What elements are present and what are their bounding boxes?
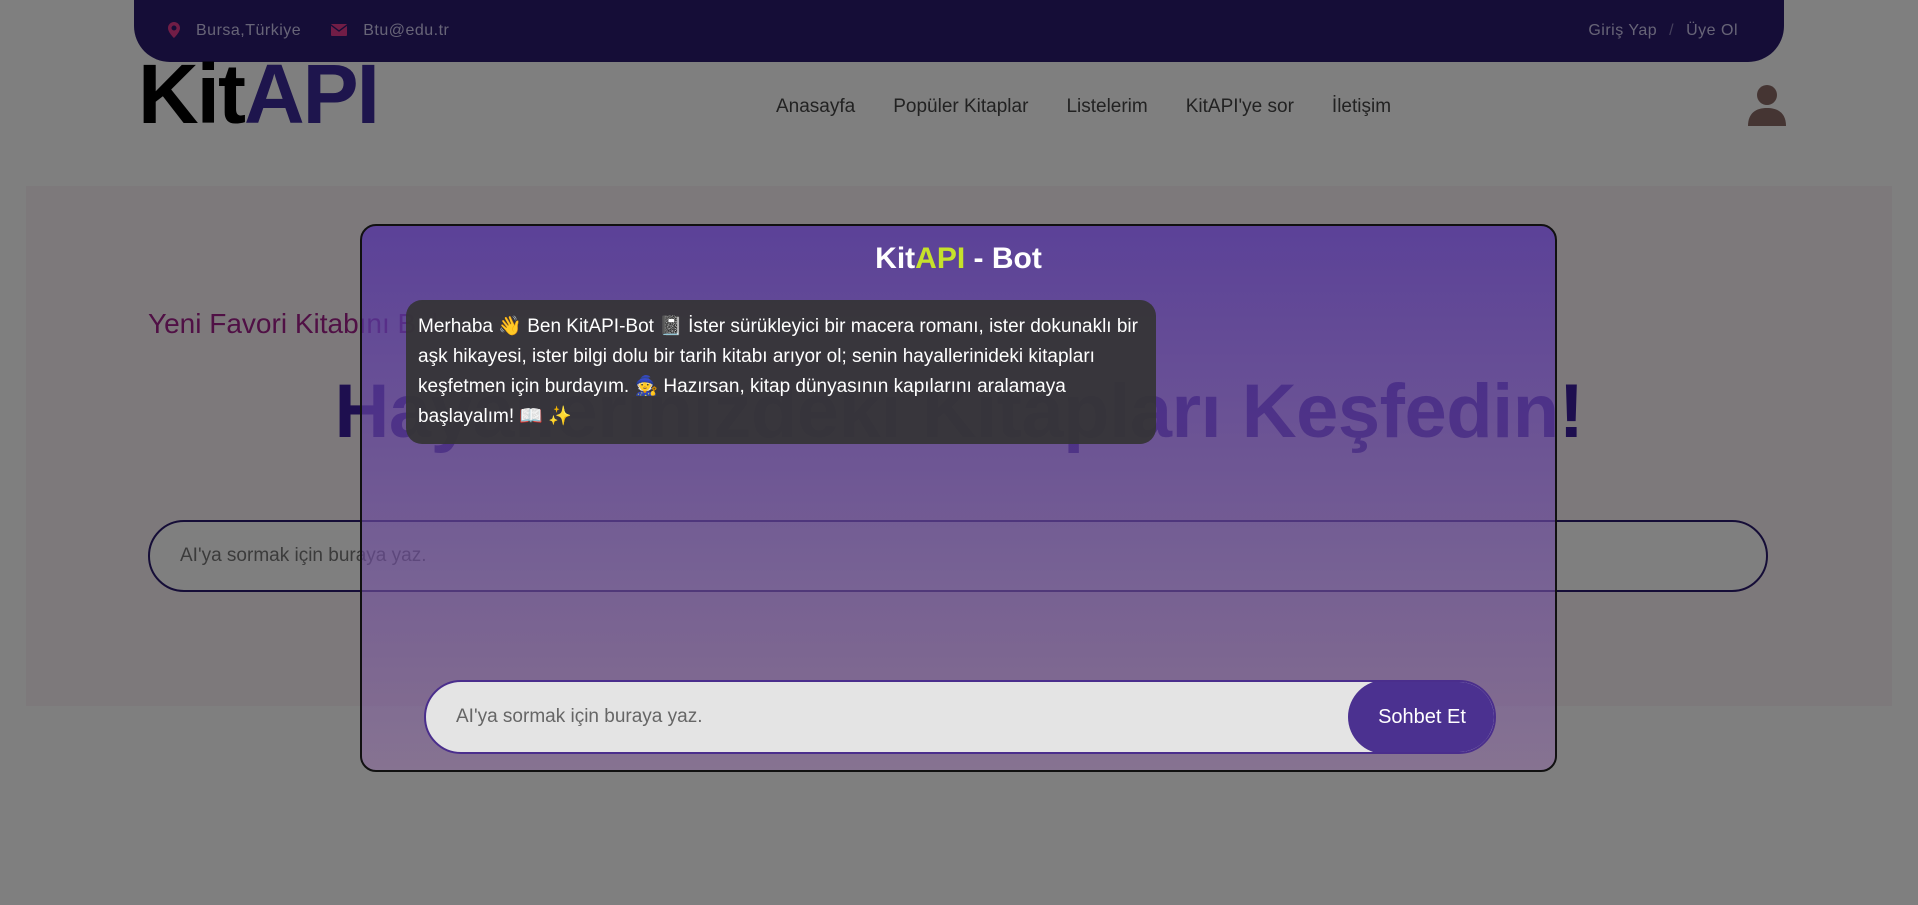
chatbot-title: KitAPI - Bot bbox=[362, 242, 1555, 276]
chat-input-field[interactable]: AI'ya sormak için buraya yaz. Sohbet Et bbox=[424, 680, 1496, 754]
bot-message-text: Merhaba 👋 Ben KitAPI-Bot 📓 İster sürükle… bbox=[418, 316, 1138, 427]
send-chat-button[interactable]: Sohbet Et bbox=[1348, 682, 1494, 752]
chatbot-title-kit: Kit bbox=[875, 242, 916, 275]
chat-input-placeholder: AI'ya sormak için buraya yaz. bbox=[456, 706, 703, 727]
chatbot-title-api: API bbox=[915, 242, 966, 275]
chatbot-modal: KitAPI - Bot Merhaba 👋 Ben KitAPI-Bot 📓 … bbox=[360, 224, 1557, 772]
chatbot-title-bot: - Bot bbox=[965, 242, 1042, 275]
bot-message-bubble: Merhaba 👋 Ben KitAPI-Bot 📓 İster sürükle… bbox=[406, 300, 1156, 444]
